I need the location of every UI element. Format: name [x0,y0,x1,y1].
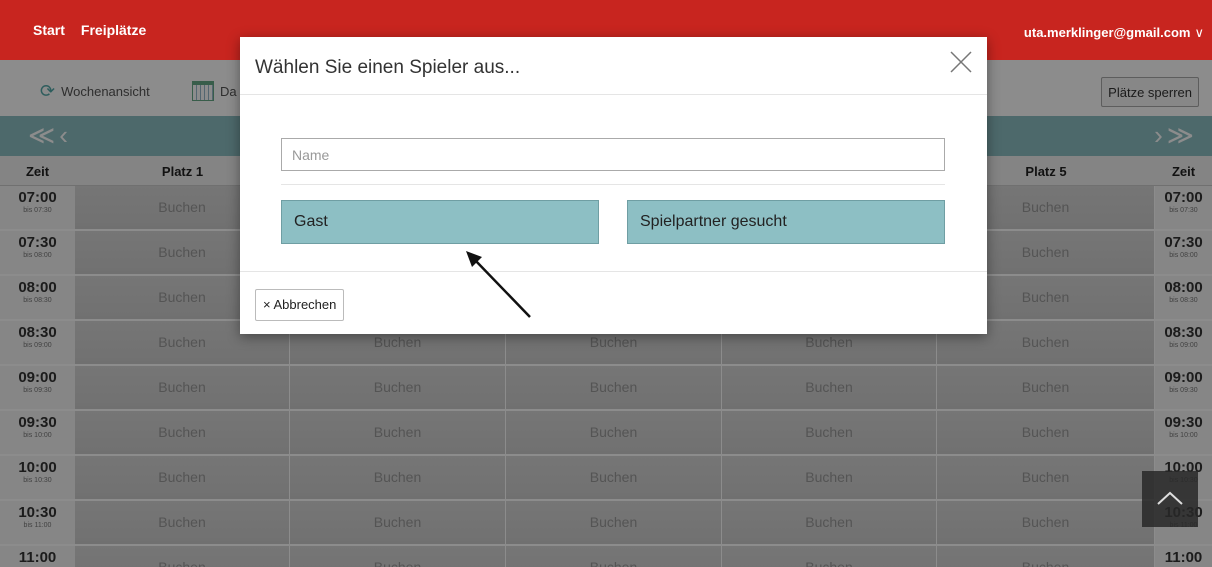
nav-start[interactable]: Start [33,22,65,38]
nav-freiplaetze[interactable]: Freiplätze [81,22,146,38]
player-select-modal: Wählen Sie einen Spieler aus... Gast Spi… [240,37,987,334]
modal-body: Gast Spielpartner gesucht [240,95,987,272]
annotation-arrow-icon [466,251,531,318]
chevron-up-icon [1157,491,1183,505]
partner-wanted-button[interactable]: Spielpartner gesucht [627,200,945,244]
user-email: uta.merklinger@gmail.com [1023,25,1191,40]
chevron-down-icon: ∨ [1194,25,1204,40]
cancel-button[interactable]: × Abbrechen [255,289,345,321]
name-search-input[interactable] [281,138,945,171]
close-icon[interactable] [949,50,973,74]
divider [281,184,945,185]
guest-button[interactable]: Gast [281,200,599,244]
scroll-to-top-button[interactable] [1142,471,1198,527]
user-menu[interactable]: uta.merklinger@gmail.com ∨ [1024,25,1204,41]
modal-header: Wählen Sie einen Spieler aus... [240,37,987,95]
modal-title: Wählen Sie einen Spieler aus... [255,57,521,78]
